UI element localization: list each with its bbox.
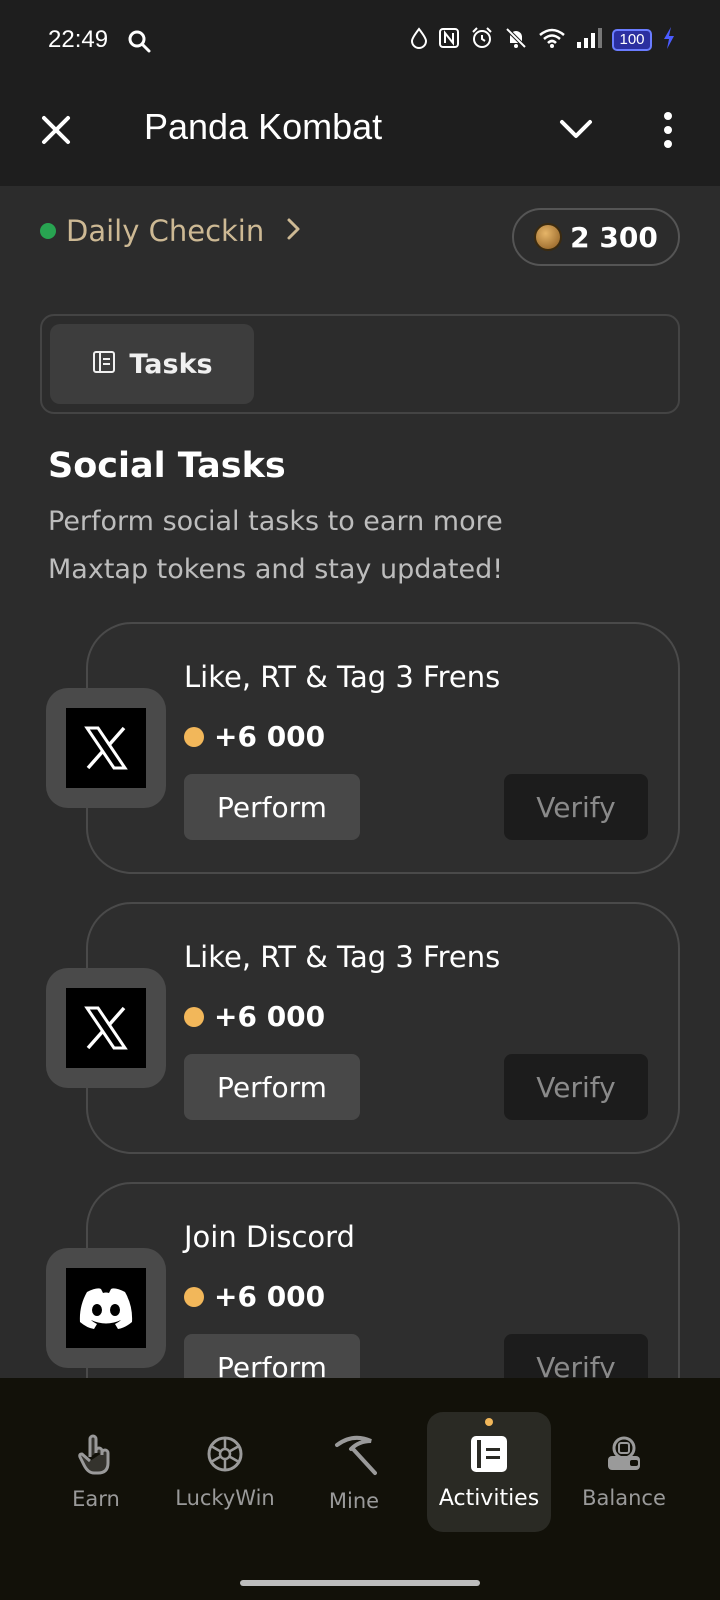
perform-button[interactable]: Perform xyxy=(184,1334,360,1378)
status-icons: 100 xyxy=(410,26,676,54)
nav-label: Mine xyxy=(328,1489,380,1513)
task-card: Like, RT & Tag 3 Frens +6 000 Perform Ve… xyxy=(46,622,680,874)
wifi-icon xyxy=(538,27,566,53)
nav-item-activities[interactable]: Activities xyxy=(427,1412,551,1532)
coin-icon xyxy=(184,1286,204,1307)
tab-tasks[interactable]: Tasks xyxy=(50,324,254,404)
perform-button[interactable]: Perform xyxy=(184,1054,360,1120)
nav-item-earn[interactable]: Earn xyxy=(34,1412,158,1532)
charging-icon xyxy=(662,26,676,54)
x-logo-icon xyxy=(66,708,146,788)
pickaxe-icon xyxy=(331,1431,377,1481)
task-card: Join Discord +6 000 Perform Verify xyxy=(46,1182,680,1378)
alarm-icon xyxy=(470,26,494,54)
daily-checkin-label: Daily Checkin xyxy=(66,214,265,248)
reward-value: +6 000 xyxy=(214,1000,326,1033)
nav-label: Earn xyxy=(72,1487,120,1511)
section-title: Social Tasks xyxy=(48,446,286,486)
close-icon[interactable] xyxy=(36,110,76,150)
balance-pill[interactable]: 2 300 xyxy=(512,208,680,266)
perform-button[interactable]: Perform xyxy=(184,774,360,840)
bottom-nav: Earn LuckyWin Mine Activities Balance xyxy=(0,1378,720,1566)
nav-label: Balance xyxy=(582,1486,666,1510)
x-logo-icon xyxy=(66,988,146,1068)
app-bar: Panda Kombat xyxy=(0,84,720,186)
task-reward: +6 000 xyxy=(184,1000,325,1033)
task-reward: +6 000 xyxy=(184,1280,325,1313)
verify-button[interactable]: Verify xyxy=(504,1054,648,1120)
mute-icon xyxy=(504,26,528,54)
task-icon-frame xyxy=(46,688,166,808)
status-dot xyxy=(40,223,56,239)
coin-icon xyxy=(184,726,204,747)
nav-item-balance[interactable]: Balance xyxy=(562,1412,686,1532)
tap-hand-icon xyxy=(76,1433,116,1479)
nfc-icon xyxy=(438,27,460,53)
task-title: Like, RT & Tag 3 Frens xyxy=(184,660,501,694)
nav-item-luckywin[interactable]: LuckyWin xyxy=(163,1412,287,1532)
battery-icon: 100 xyxy=(612,29,652,51)
activities-icon xyxy=(469,1434,509,1478)
search-icon xyxy=(126,28,152,58)
chevron-down-icon[interactable] xyxy=(556,114,596,148)
page-title: Panda Kombat xyxy=(144,106,383,147)
tab-tasks-label: Tasks xyxy=(129,348,213,380)
discord-logo-icon xyxy=(66,1268,146,1348)
gesture-area xyxy=(0,1566,720,1600)
balance-value: 2 300 xyxy=(570,220,658,254)
task-title: Join Discord xyxy=(184,1220,355,1254)
chevron-right-icon xyxy=(286,217,302,245)
coin-icon xyxy=(184,1006,204,1027)
task-icon-frame xyxy=(46,1248,166,1368)
nav-item-mine[interactable]: Mine xyxy=(292,1412,416,1532)
home-gesture-bar[interactable] xyxy=(240,1580,480,1586)
verify-button[interactable]: Verify xyxy=(504,1334,648,1378)
task-title: Like, RT & Tag 3 Frens xyxy=(184,940,501,974)
verify-button[interactable]: Verify xyxy=(504,774,648,840)
task-reward: +6 000 xyxy=(184,720,325,753)
status-time: 22:49 xyxy=(48,26,109,53)
task-icon-frame xyxy=(46,968,166,1088)
more-vert-icon[interactable] xyxy=(660,110,676,154)
tasks-icon xyxy=(91,349,117,379)
task-card: Like, RT & Tag 3 Frens +6 000 Perform Ve… xyxy=(46,902,680,1154)
reward-value: +6 000 xyxy=(214,1280,326,1313)
data-saver-icon xyxy=(410,27,428,53)
nav-label: Activities xyxy=(438,1485,540,1511)
tabs-container: Tasks xyxy=(40,314,680,414)
wheel-icon xyxy=(205,1434,245,1478)
main-content[interactable]: Daily Checkin 2 300 Tasks Social Tasks P… xyxy=(0,186,720,1378)
wallet-icon xyxy=(604,1434,644,1478)
coin-icon xyxy=(534,223,563,251)
nav-label: LuckyWin xyxy=(175,1486,275,1510)
active-indicator xyxy=(485,1418,493,1426)
status-bar: 22:49 100 xyxy=(0,0,720,84)
section-description: Perform social tasks to earn more Maxtap… xyxy=(48,506,504,585)
reward-value: +6 000 xyxy=(214,720,326,753)
signal-icon xyxy=(576,27,602,53)
daily-checkin-link[interactable]: Daily Checkin xyxy=(40,214,302,248)
